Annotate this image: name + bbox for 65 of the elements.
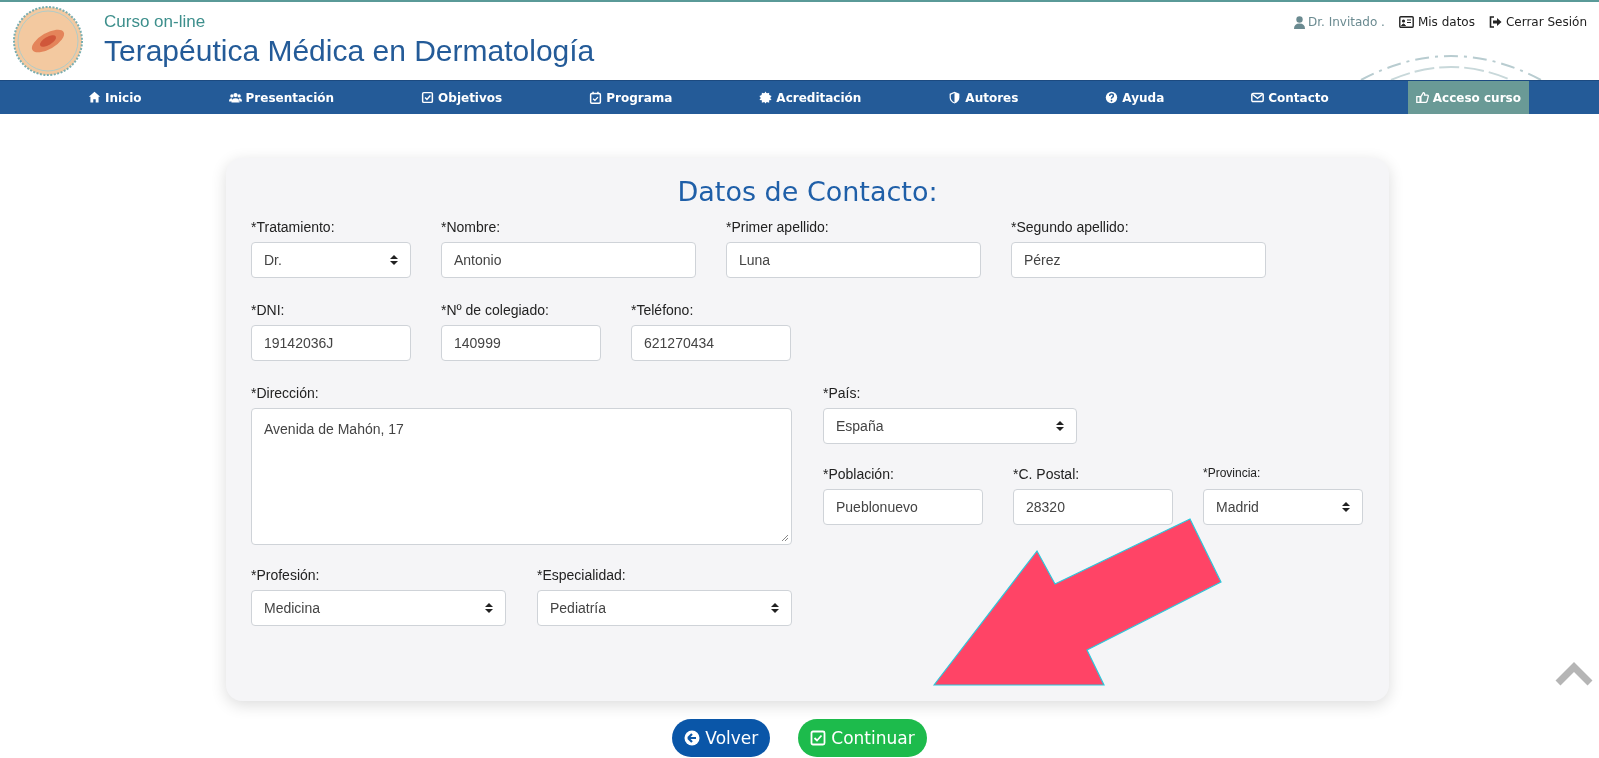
logo-icon bbox=[12, 5, 84, 77]
field-label: *Dirección: bbox=[251, 385, 320, 402]
field-label: *País: bbox=[823, 385, 862, 402]
logout-link[interactable]: Cerrar Sesión bbox=[1488, 15, 1587, 29]
field-label: *Teléfono: bbox=[631, 302, 695, 319]
nav-tab[interactable]: Acreditación bbox=[751, 81, 870, 114]
field-label: *Población: bbox=[823, 466, 895, 483]
checkbox-icon bbox=[421, 91, 435, 104]
badge-icon bbox=[759, 91, 773, 104]
select-caret-icon bbox=[1056, 420, 1064, 432]
checkbox-icon bbox=[810, 730, 827, 746]
calendar-check-icon bbox=[589, 91, 603, 104]
chevron-up-icon[interactable] bbox=[1555, 660, 1593, 686]
nav-tab[interactable]: Objetivos bbox=[413, 81, 511, 114]
people-icon bbox=[228, 91, 242, 104]
arrow-left-circle-icon bbox=[684, 730, 701, 746]
form-title: Datos de Contacto: bbox=[676, 176, 939, 207]
course-subtitle: Curso on-line bbox=[104, 12, 207, 32]
envelope-icon bbox=[1251, 91, 1265, 104]
select-field[interactable]: Medicina bbox=[251, 590, 506, 626]
sign-out-icon bbox=[1488, 16, 1502, 28]
select-field[interactable]: Madrid bbox=[1203, 489, 1363, 525]
field-label: *Segundo apellido: bbox=[1011, 219, 1130, 236]
select-field[interactable]: España bbox=[823, 408, 1077, 444]
back-button[interactable]: Volver bbox=[672, 719, 771, 757]
address-textarea[interactable]: Avenida de Mahón, 17 bbox=[251, 408, 792, 545]
field-label: *C. Postal: bbox=[1013, 466, 1081, 483]
nav-tab[interactable]: Contacto bbox=[1243, 81, 1337, 114]
id-card-icon bbox=[1398, 16, 1414, 28]
text-field[interactable]: 28320 bbox=[1013, 489, 1173, 525]
select-field[interactable]: Pediatría bbox=[537, 590, 792, 626]
my-data-link[interactable]: Mis datos bbox=[1398, 15, 1475, 29]
shield-icon bbox=[948, 91, 962, 104]
resize-grip-icon bbox=[781, 534, 789, 542]
field-label: *Provincia: bbox=[1203, 466, 1262, 482]
nav-tab[interactable]: Ayuda bbox=[1097, 81, 1173, 114]
course-title: Terapéutica Médica en Dermatología bbox=[104, 34, 595, 68]
select-caret-icon bbox=[485, 602, 493, 614]
text-field[interactable]: Pérez bbox=[1011, 242, 1266, 278]
field-label: *Profesión: bbox=[251, 567, 321, 584]
hand-pointing-icon bbox=[1415, 91, 1429, 104]
question-icon bbox=[1105, 91, 1119, 104]
home-icon bbox=[88, 91, 101, 104]
text-field[interactable]: 140999 bbox=[441, 325, 601, 361]
user-name: Dr. Invitado . bbox=[1293, 15, 1385, 29]
text-field[interactable]: 621270434 bbox=[631, 325, 791, 361]
nav-tab[interactable]: Programa bbox=[581, 81, 681, 114]
select-caret-icon bbox=[390, 254, 398, 266]
user-icon bbox=[1293, 15, 1305, 29]
field-label: *Nº de colegiado: bbox=[441, 302, 550, 319]
select-field[interactable]: Dr. bbox=[251, 242, 411, 278]
text-field[interactable]: Pueblonuevo bbox=[823, 489, 983, 525]
nav-tab[interactable]: Presentación bbox=[220, 81, 343, 114]
select-caret-icon bbox=[1342, 501, 1350, 513]
text-field[interactable]: Luna bbox=[726, 242, 981, 278]
nav-tab[interactable]: Inicio bbox=[80, 81, 150, 114]
nav-tab[interactable]: Autores bbox=[940, 81, 1027, 114]
field-label: *Nombre: bbox=[441, 219, 502, 236]
field-label: *DNI: bbox=[251, 302, 286, 319]
field-label: *Especialidad: bbox=[537, 567, 627, 584]
field-label: *Tratamiento: bbox=[251, 219, 336, 236]
text-field[interactable]: 19142036J bbox=[251, 325, 411, 361]
field-label: *Primer apellido: bbox=[726, 219, 830, 236]
select-caret-icon bbox=[771, 602, 779, 614]
text-field[interactable]: Antonio bbox=[441, 242, 696, 278]
